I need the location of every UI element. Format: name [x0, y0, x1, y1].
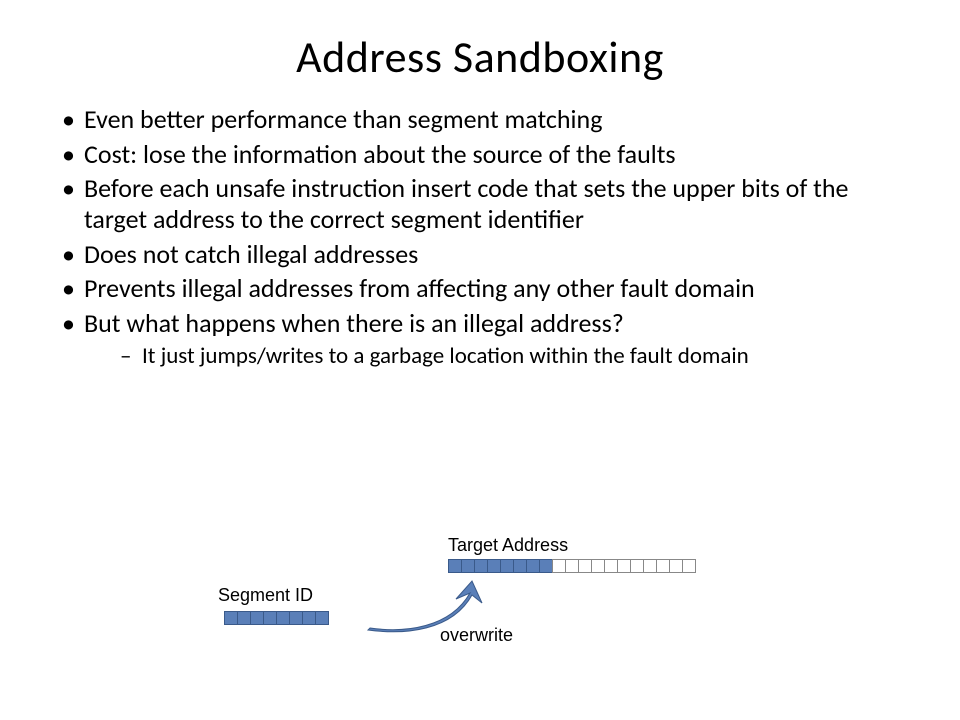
bit-cell [448, 559, 462, 573]
bit-cell [474, 559, 488, 573]
target-address-box [448, 559, 696, 573]
bit-cell [604, 559, 618, 573]
bit-cell [237, 611, 251, 625]
sub-bullet-list: It just jumps/writes to a garbage locati… [120, 343, 910, 371]
bit-cell [630, 559, 644, 573]
bullet-item: Cost: lose the information about the sou… [58, 139, 910, 170]
bullet-item: Does not catch illegal addresses [58, 239, 910, 270]
bullet-text: But what happens when there is an illega… [84, 307, 624, 339]
bullet-item: Prevents illegal addresses from affectin… [58, 273, 910, 304]
bit-cell [669, 559, 683, 573]
bit-cell [263, 611, 277, 625]
bit-cell [552, 559, 566, 573]
overwrite-label: overwrite [440, 625, 513, 646]
slide: Address Sandboxing Even better performan… [0, 0, 960, 720]
bit-cell [500, 559, 514, 573]
bit-cell [591, 559, 605, 573]
bullet-item: Even better performance than segment mat… [58, 104, 910, 135]
bit-cell [682, 559, 696, 573]
sub-bullet-item: It just jumps/writes to a garbage locati… [120, 343, 910, 371]
bit-cell [578, 559, 592, 573]
bit-cell [643, 559, 657, 573]
bit-cell [302, 611, 316, 625]
bit-cell [315, 611, 329, 625]
diagram: Target Address Segment ID overwrite [210, 535, 770, 695]
bit-cell [461, 559, 475, 573]
bullet-item: But what happens when there is an illega… [58, 308, 910, 370]
bit-cell [276, 611, 290, 625]
target-address-label: Target Address [448, 535, 568, 556]
bit-cell [539, 559, 553, 573]
bit-cell [513, 559, 527, 573]
bullet-list: Even better performance than segment mat… [58, 104, 910, 370]
bit-cell [526, 559, 540, 573]
bullet-item: Before each unsafe instruction insert co… [58, 173, 910, 234]
bit-cell [487, 559, 501, 573]
slide-title: Address Sandboxing [50, 30, 910, 84]
segment-id-box [224, 611, 329, 625]
bit-cell [250, 611, 264, 625]
segment-id-label: Segment ID [218, 585, 313, 606]
bit-cell [289, 611, 303, 625]
bit-cell [656, 559, 670, 573]
bit-cell [224, 611, 238, 625]
bit-cell [617, 559, 631, 573]
bit-cell [565, 559, 579, 573]
